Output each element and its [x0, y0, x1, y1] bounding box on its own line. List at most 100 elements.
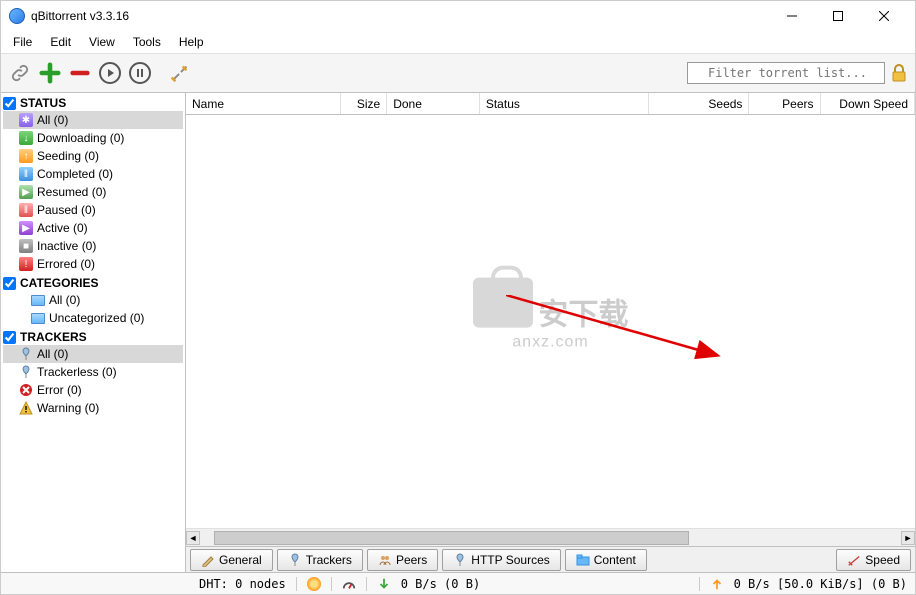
col-seeds[interactable]: Seeds: [649, 93, 749, 114]
tab-speed[interactable]: Speed: [836, 549, 911, 571]
sidebar-status-6[interactable]: ▶ Active (0): [3, 219, 183, 237]
sidebar-item-label: Seeding (0): [37, 149, 99, 163]
sidebar-status-section: STATUS ✱All (0)↓Downloading (0)↑Seeding …: [3, 95, 183, 273]
menu-view[interactable]: View: [81, 33, 123, 51]
sidebar-status-2[interactable]: ↑Seeding (0): [3, 147, 183, 165]
sidebar-item-label: Errored (0): [37, 257, 95, 271]
status-err-icon: !: [19, 257, 33, 271]
status-heading[interactable]: STATUS: [3, 95, 183, 111]
trackers-heading[interactable]: TRACKERS: [3, 329, 183, 345]
lock-icon[interactable]: [889, 63, 909, 83]
sidebar-categories-section: CATEGORIES All (0)Uncategorized (0): [3, 275, 183, 327]
trackers-checkbox[interactable]: [3, 331, 16, 344]
menubar: File Edit View Tools Help: [1, 31, 915, 53]
status-res-icon: ▶: [19, 185, 33, 199]
sidebar-category-0[interactable]: All (0): [3, 291, 183, 309]
sidebar-item-label: Active (0): [37, 221, 88, 235]
sidebar-status-7[interactable]: ■Inactive (0): [3, 237, 183, 255]
tab-peers[interactable]: Peers: [367, 549, 438, 571]
folder-icon: [576, 553, 590, 567]
peers-icon: [378, 553, 392, 567]
titlebar: qBittorrent v3.3.16: [1, 1, 915, 31]
categories-heading[interactable]: CATEGORIES: [3, 275, 183, 291]
sidebar-tracker-3[interactable]: Warning (0): [3, 399, 183, 417]
tab-trackers[interactable]: Trackers: [277, 549, 363, 571]
bottom-tabs: GeneralTrackersPeersHTTP SourcesContent …: [186, 546, 915, 572]
download-speed: 0 B/s (0 B): [401, 577, 480, 591]
main-area: Name Size Done Status Seeds Peers Down S…: [186, 93, 915, 572]
app-icon: [9, 8, 25, 24]
status-active-icon: ▶: [19, 221, 33, 235]
resume-button[interactable]: [97, 60, 123, 86]
add-link-button[interactable]: [7, 60, 33, 86]
sidebar-status-1[interactable]: ↓Downloading (0): [3, 129, 183, 147]
tracker-pin-icon: [19, 365, 33, 379]
scroll-right-button[interactable]: ►: [901, 531, 915, 545]
sidebar-item-label: Inactive (0): [37, 239, 96, 253]
add-torrent-button[interactable]: [37, 60, 63, 86]
tracker-warn-icon: [19, 401, 33, 415]
status-checkbox[interactable]: [3, 97, 16, 110]
menu-edit[interactable]: Edit: [42, 33, 79, 51]
pin-icon: [288, 553, 302, 567]
col-size[interactable]: Size: [341, 93, 387, 114]
statusbar: DHT: 0 nodes 0 B/s (0 B) 0 B/s [50.0 KiB…: [1, 572, 915, 594]
torrent-grid-body: 安下载 anxz.com: [186, 115, 915, 528]
content: STATUS ✱All (0)↓Downloading (0)↑Seeding …: [1, 93, 915, 572]
maximize-button[interactable]: [815, 1, 861, 31]
red-arrow: [506, 295, 736, 375]
sidebar-category-1[interactable]: Uncategorized (0): [3, 309, 183, 327]
minimize-button[interactable]: [769, 1, 815, 31]
remove-button[interactable]: [67, 60, 93, 86]
tab-content[interactable]: Content: [565, 549, 647, 571]
sidebar-status-8[interactable]: ! Errored (0): [3, 255, 183, 273]
window-title: qBittorrent v3.3.16: [31, 9, 129, 23]
tab-general[interactable]: General: [190, 549, 273, 571]
categories-checkbox[interactable]: [3, 277, 16, 290]
horizontal-scrollbar[interactable]: ◄ ►: [186, 528, 915, 546]
menu-tools[interactable]: Tools: [125, 33, 169, 51]
sidebar-item-label: Completed (0): [37, 167, 113, 181]
scroll-left-button[interactable]: ◄: [186, 531, 200, 545]
folder-icon: [31, 313, 45, 324]
filter-torrent-input[interactable]: [687, 62, 885, 84]
tab-http-sources[interactable]: HTTP Sources: [442, 549, 560, 571]
toolbar: [1, 53, 915, 93]
sidebar-tracker-2[interactable]: Error (0): [3, 381, 183, 399]
sidebar-tracker-0[interactable]: All (0): [3, 345, 183, 363]
disk-icon: [307, 577, 321, 591]
pause-button[interactable]: [127, 60, 153, 86]
pen-icon: [201, 553, 215, 567]
sidebar-item-label: Resumed (0): [37, 185, 106, 199]
pin-icon: [453, 553, 467, 567]
upload-arrow-icon: [710, 577, 724, 591]
close-button[interactable]: [861, 1, 907, 31]
col-status[interactable]: Status: [480, 93, 649, 114]
upload-speed: 0 B/s [50.0 KiB/s] (0 B): [734, 577, 907, 591]
settings-button[interactable]: [167, 60, 193, 86]
sidebar-status-5[interactable]: ‖ Paused (0): [3, 201, 183, 219]
sidebar-item-label: Paused (0): [37, 203, 96, 217]
sidebar-status-3[interactable]: ‖ Completed (0): [3, 165, 183, 183]
status-comp-icon: ‖: [19, 167, 33, 181]
filter-wrap: [687, 62, 909, 84]
folder-icon: [31, 295, 45, 306]
speed-icon: [847, 553, 861, 567]
col-done[interactable]: Done: [387, 93, 480, 114]
menu-help[interactable]: Help: [171, 33, 212, 51]
sidebar: STATUS ✱All (0)↓Downloading (0)↑Seeding …: [1, 93, 186, 572]
sidebar-trackers-section: TRACKERS All (0)Trackerless (0)Error (0)…: [3, 329, 183, 417]
sidebar-status-0[interactable]: ✱All (0): [3, 111, 183, 129]
col-dspeed[interactable]: Down Speed: [821, 93, 916, 114]
sidebar-status-4[interactable]: ▶ Resumed (0): [3, 183, 183, 201]
status-paused-icon: ‖: [19, 203, 33, 217]
col-name[interactable]: Name: [186, 93, 341, 114]
dht-status: DHT: 0 nodes: [199, 577, 286, 591]
watermark: 安下载 anxz.com: [473, 277, 629, 351]
sidebar-item-label: All (0): [37, 113, 68, 127]
menu-file[interactable]: File: [5, 33, 40, 51]
scroll-thumb[interactable]: [214, 531, 689, 545]
sidebar-tracker-1[interactable]: Trackerless (0): [3, 363, 183, 381]
window-controls: [769, 1, 907, 31]
col-peers[interactable]: Peers: [749, 93, 820, 114]
